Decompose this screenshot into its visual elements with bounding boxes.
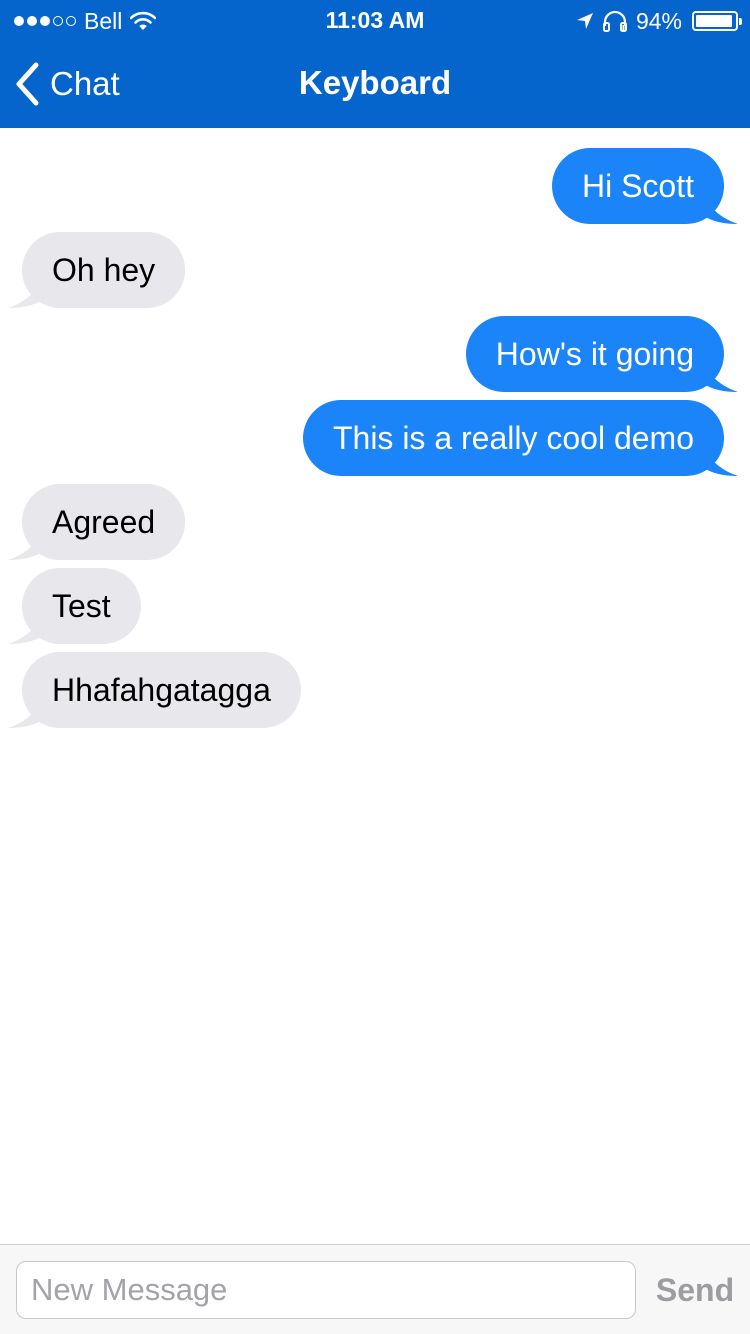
message-composer: Send [0, 1244, 750, 1334]
message-bubble-outgoing: This is a really cool demo [302, 400, 738, 476]
message-text: Hhafahgatagga [52, 672, 271, 708]
bubble-tail-icon [8, 700, 42, 728]
location-arrow-icon [576, 13, 593, 29]
battery-icon [692, 11, 742, 31]
battery-level [696, 15, 732, 27]
headphones-icon [602, 10, 627, 32]
navigation-bar: Chat Keyboard [0, 40, 750, 128]
send-button[interactable]: Send [650, 1265, 740, 1315]
message-bubble-incoming: Oh hey [8, 232, 186, 308]
battery-tip [739, 18, 742, 25]
message-text: Test [52, 588, 111, 624]
message-text: Agreed [52, 504, 156, 540]
app-header: Bell 11:03 AM 94% Chat Keyboard [0, 0, 750, 128]
page-title: Keyboard [298, 64, 452, 101]
bubble-tail-icon [704, 364, 738, 392]
message-text: Hi Scott [581, 168, 694, 204]
bubble-tail-icon [8, 616, 42, 644]
message-bubble-incoming: Test [8, 568, 141, 644]
message-bubble-outgoing: Hi Scott [551, 148, 738, 224]
bubble-tail-icon [704, 196, 738, 224]
new-message-input[interactable] [16, 1261, 636, 1319]
bubble-tail-icon [704, 448, 738, 476]
message-text: How's it going [495, 336, 694, 372]
bubble-tail-icon [8, 532, 42, 560]
message-bubble-incoming: Agreed [8, 484, 186, 560]
status-bar: Bell 11:03 AM 94% [0, 0, 750, 40]
message-text: Oh hey [52, 252, 156, 288]
message-bubble-incoming: Hhafahgatagga [8, 652, 301, 728]
battery-percent: 94% [635, 7, 682, 34]
status-right: 94% [576, 7, 742, 35]
bubble-tail-icon [8, 280, 42, 308]
message-list[interactable]: Hi Scott Oh hey How's it going This is a… [0, 128, 750, 1244]
message-bubble-outgoing: How's it going [465, 316, 738, 392]
message-text: This is a really cool demo [332, 420, 694, 456]
